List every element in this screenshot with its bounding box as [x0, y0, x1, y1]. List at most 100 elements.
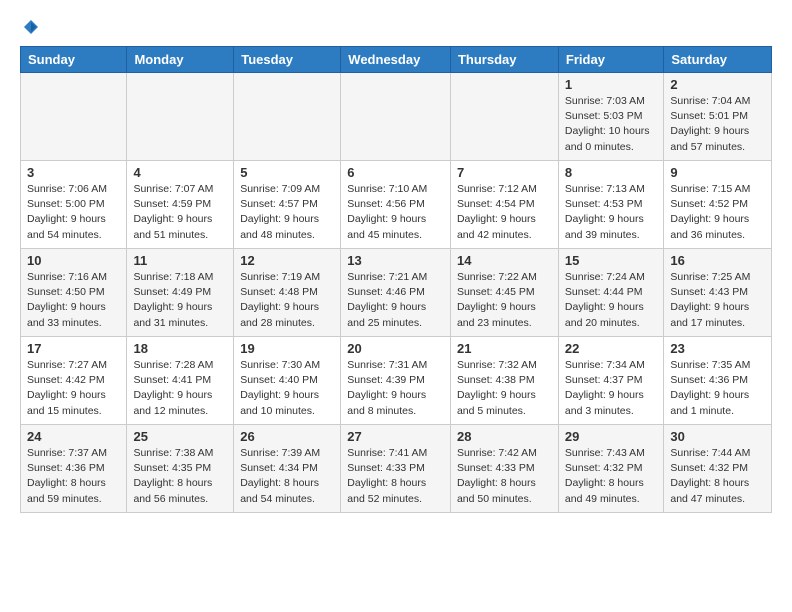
calendar-cell: 14 Sunrise: 7:22 AM Sunset: 4:45 PM Dayli…: [450, 249, 558, 337]
calendar-cell: 18 Sunrise: 7:28 AM Sunset: 4:41 PM Dayli…: [127, 337, 234, 425]
day-number: 16: [670, 253, 765, 268]
weekday-header-thursday: Thursday: [450, 47, 558, 73]
calendar-header-row: SundayMondayTuesdayWednesdayThursdayFrid…: [21, 47, 772, 73]
day-info: Sunrise: 7:24 AM Sunset: 4:44 PM Dayligh…: [565, 270, 657, 331]
day-info: Sunrise: 7:03 AM Sunset: 5:03 PM Dayligh…: [565, 94, 657, 155]
day-number: 28: [457, 429, 552, 444]
day-info: Sunrise: 7:09 AM Sunset: 4:57 PM Dayligh…: [240, 182, 334, 243]
day-info: Sunrise: 7:04 AM Sunset: 5:01 PM Dayligh…: [670, 94, 765, 155]
calendar-cell: 26 Sunrise: 7:39 AM Sunset: 4:34 PM Dayli…: [234, 425, 341, 513]
calendar-cell: [450, 73, 558, 161]
day-number: 4: [133, 165, 227, 180]
calendar-cell: 16 Sunrise: 7:25 AM Sunset: 4:43 PM Dayli…: [664, 249, 772, 337]
day-number: 1: [565, 77, 657, 92]
day-number: 17: [27, 341, 120, 356]
calendar-week-5: 24 Sunrise: 7:37 AM Sunset: 4:36 PM Dayli…: [21, 425, 772, 513]
day-number: 14: [457, 253, 552, 268]
day-number: 2: [670, 77, 765, 92]
day-info: Sunrise: 7:30 AM Sunset: 4:40 PM Dayligh…: [240, 358, 334, 419]
day-number: 25: [133, 429, 227, 444]
day-number: 21: [457, 341, 552, 356]
day-info: Sunrise: 7:32 AM Sunset: 4:38 PM Dayligh…: [457, 358, 552, 419]
calendar-cell: 28Sunrise: 7:42 AM Sunset: 4:33 PM Dayli…: [450, 425, 558, 513]
calendar-cell: [21, 73, 127, 161]
day-info: Sunrise: 7:39 AM Sunset: 4:34 PM Dayligh…: [240, 446, 334, 507]
calendar-cell: 5 Sunrise: 7:09 AM Sunset: 4:57 PM Daylig…: [234, 161, 341, 249]
day-info: Sunrise: 7:41 AM Sunset: 4:33 PM Dayligh…: [347, 446, 444, 507]
day-info: Sunrise: 7:22 AM Sunset: 4:45 PM Dayligh…: [457, 270, 552, 331]
calendar-cell: 21 Sunrise: 7:32 AM Sunset: 4:38 PM Dayli…: [450, 337, 558, 425]
calendar-cell: 12 Sunrise: 7:19 AM Sunset: 4:48 PM Dayli…: [234, 249, 341, 337]
day-number: 29: [565, 429, 657, 444]
calendar-cell: 22Sunrise: 7:34 AM Sunset: 4:37 PM Dayli…: [558, 337, 663, 425]
day-info: Sunrise: 7:10 AM Sunset: 4:56 PM Dayligh…: [347, 182, 444, 243]
calendar-table: SundayMondayTuesdayWednesdayThursdayFrid…: [20, 46, 772, 513]
calendar-cell: 2 Sunrise: 7:04 AM Sunset: 5:01 PM Daylig…: [664, 73, 772, 161]
day-number: 26: [240, 429, 334, 444]
day-info: Sunrise: 7:37 AM Sunset: 4:36 PM Dayligh…: [27, 446, 120, 507]
day-info: Sunrise: 7:38 AM Sunset: 4:35 PM Dayligh…: [133, 446, 227, 507]
logo-icon: [22, 18, 40, 36]
day-info: Sunrise: 7:12 AM Sunset: 4:54 PM Dayligh…: [457, 182, 552, 243]
calendar-cell: [341, 73, 451, 161]
day-number: 20: [347, 341, 444, 356]
day-number: 3: [27, 165, 120, 180]
calendar-cell: [127, 73, 234, 161]
calendar-cell: 23 Sunrise: 7:35 AM Sunset: 4:36 PM Dayli…: [664, 337, 772, 425]
weekday-header-wednesday: Wednesday: [341, 47, 451, 73]
header: [20, 18, 772, 36]
day-number: 7: [457, 165, 552, 180]
day-number: 11: [133, 253, 227, 268]
day-info: Sunrise: 7:07 AM Sunset: 4:59 PM Dayligh…: [133, 182, 227, 243]
calendar-cell: 13 Sunrise: 7:21 AM Sunset: 4:46 PM Dayli…: [341, 249, 451, 337]
day-number: 15: [565, 253, 657, 268]
calendar-cell: 20Sunrise: 7:31 AM Sunset: 4:39 PM Dayli…: [341, 337, 451, 425]
calendar-cell: 6Sunrise: 7:10 AM Sunset: 4:56 PM Daylig…: [341, 161, 451, 249]
calendar-cell: 30 Sunrise: 7:44 AM Sunset: 4:32 PM Dayli…: [664, 425, 772, 513]
day-info: Sunrise: 7:18 AM Sunset: 4:49 PM Dayligh…: [133, 270, 227, 331]
calendar-cell: 17 Sunrise: 7:27 AM Sunset: 4:42 PM Dayli…: [21, 337, 127, 425]
day-info: Sunrise: 7:34 AM Sunset: 4:37 PM Dayligh…: [565, 358, 657, 419]
calendar-cell: [234, 73, 341, 161]
calendar-cell: 4 Sunrise: 7:07 AM Sunset: 4:59 PM Daylig…: [127, 161, 234, 249]
calendar-cell: 19 Sunrise: 7:30 AM Sunset: 4:40 PM Dayli…: [234, 337, 341, 425]
day-number: 9: [670, 165, 765, 180]
calendar-week-2: 3Sunrise: 7:06 AM Sunset: 5:00 PM Daylig…: [21, 161, 772, 249]
day-number: 19: [240, 341, 334, 356]
calendar-cell: 11 Sunrise: 7:18 AM Sunset: 4:49 PM Dayli…: [127, 249, 234, 337]
day-number: 10: [27, 253, 120, 268]
day-number: 18: [133, 341, 227, 356]
weekday-header-friday: Friday: [558, 47, 663, 73]
calendar-cell: 10 Sunrise: 7:16 AM Sunset: 4:50 PM Dayli…: [21, 249, 127, 337]
day-number: 12: [240, 253, 334, 268]
calendar-week-3: 10 Sunrise: 7:16 AM Sunset: 4:50 PM Dayli…: [21, 249, 772, 337]
day-info: Sunrise: 7:13 AM Sunset: 4:53 PM Dayligh…: [565, 182, 657, 243]
day-info: Sunrise: 7:35 AM Sunset: 4:36 PM Dayligh…: [670, 358, 765, 419]
day-info: Sunrise: 7:16 AM Sunset: 4:50 PM Dayligh…: [27, 270, 120, 331]
calendar-cell: 1 Sunrise: 7:03 AM Sunset: 5:03 PM Daylig…: [558, 73, 663, 161]
calendar-cell: 7 Sunrise: 7:12 AM Sunset: 4:54 PM Daylig…: [450, 161, 558, 249]
day-number: 23: [670, 341, 765, 356]
day-info: Sunrise: 7:28 AM Sunset: 4:41 PM Dayligh…: [133, 358, 227, 419]
calendar-cell: 15 Sunrise: 7:24 AM Sunset: 4:44 PM Dayli…: [558, 249, 663, 337]
calendar-cell: 29 Sunrise: 7:43 AM Sunset: 4:32 PM Dayli…: [558, 425, 663, 513]
calendar-cell: 25 Sunrise: 7:38 AM Sunset: 4:35 PM Dayli…: [127, 425, 234, 513]
day-number: 13: [347, 253, 444, 268]
weekday-header-tuesday: Tuesday: [234, 47, 341, 73]
calendar-week-4: 17 Sunrise: 7:27 AM Sunset: 4:42 PM Dayli…: [21, 337, 772, 425]
calendar-cell: 27 Sunrise: 7:41 AM Sunset: 4:33 PM Dayli…: [341, 425, 451, 513]
day-number: 24: [27, 429, 120, 444]
day-number: 5: [240, 165, 334, 180]
weekday-header-saturday: Saturday: [664, 47, 772, 73]
calendar-cell: 24 Sunrise: 7:37 AM Sunset: 4:36 PM Dayli…: [21, 425, 127, 513]
day-number: 27: [347, 429, 444, 444]
weekday-header-monday: Monday: [127, 47, 234, 73]
day-info: Sunrise: 7:25 AM Sunset: 4:43 PM Dayligh…: [670, 270, 765, 331]
weekday-header-sunday: Sunday: [21, 47, 127, 73]
day-info: Sunrise: 7:44 AM Sunset: 4:32 PM Dayligh…: [670, 446, 765, 507]
day-number: 30: [670, 429, 765, 444]
day-info: Sunrise: 7:27 AM Sunset: 4:42 PM Dayligh…: [27, 358, 120, 419]
day-info: Sunrise: 7:21 AM Sunset: 4:46 PM Dayligh…: [347, 270, 444, 331]
day-info: Sunrise: 7:43 AM Sunset: 4:32 PM Dayligh…: [565, 446, 657, 507]
day-info: Sunrise: 7:19 AM Sunset: 4:48 PM Dayligh…: [240, 270, 334, 331]
